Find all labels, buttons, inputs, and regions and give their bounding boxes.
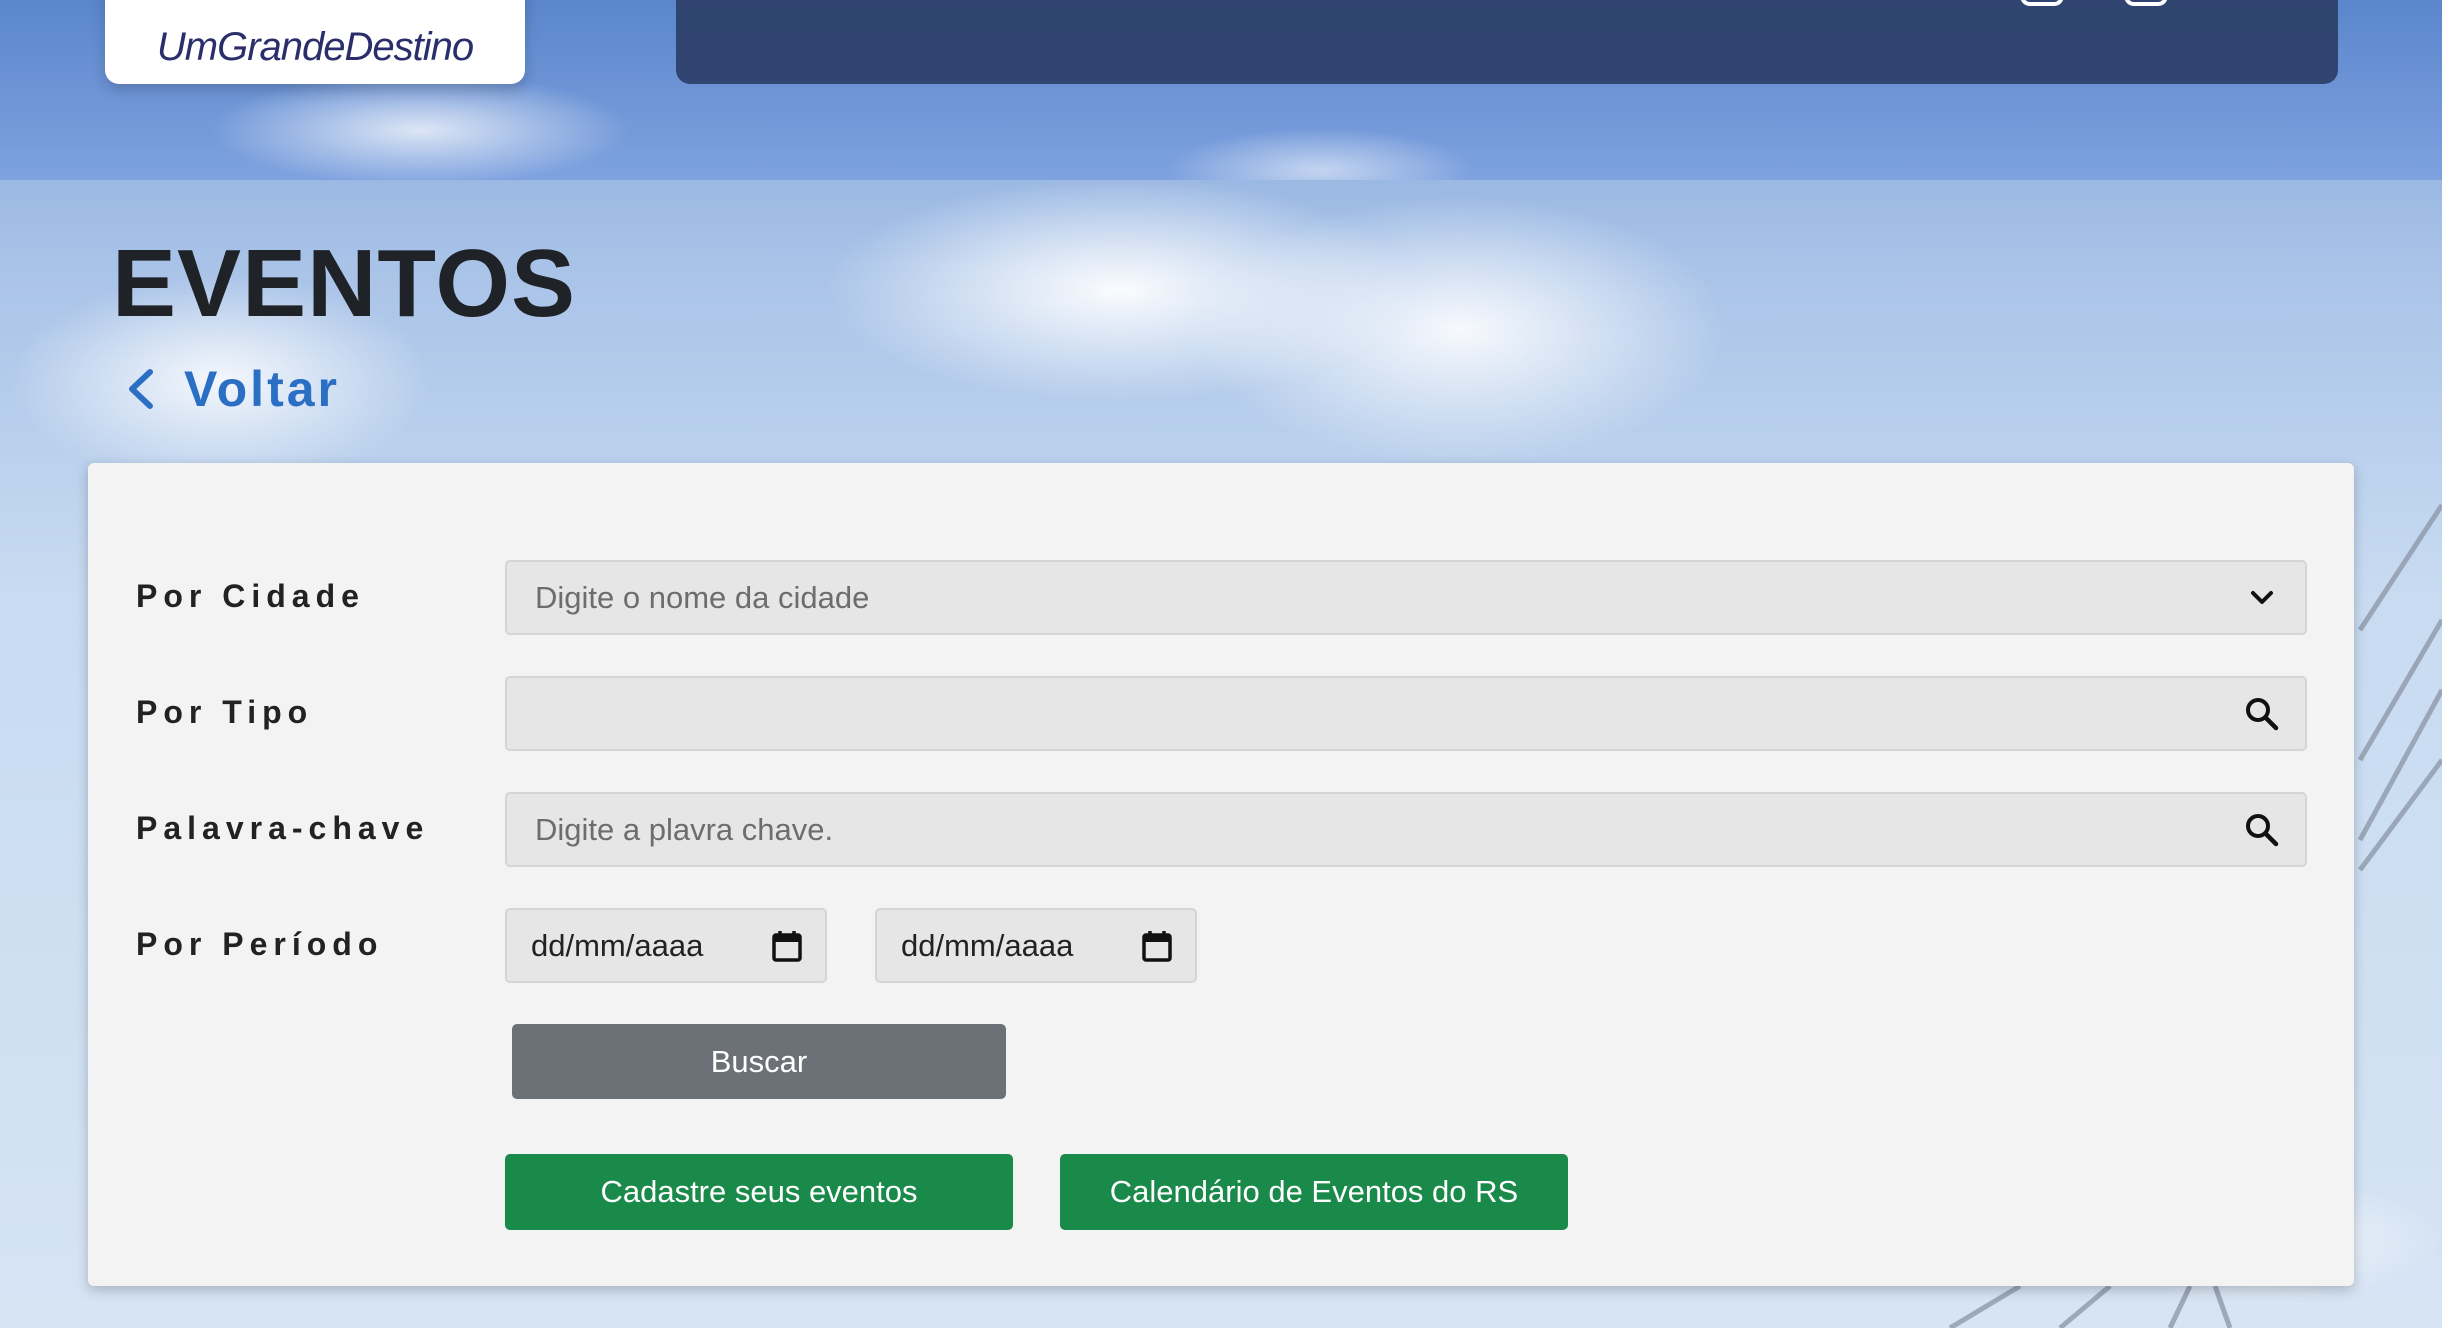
type-input[interactable] xyxy=(533,677,2243,750)
search-button[interactable]: Buscar xyxy=(512,1024,1006,1099)
search-icon[interactable] xyxy=(2243,811,2281,849)
keyword-field[interactable] xyxy=(505,792,2307,867)
keyword-input[interactable] xyxy=(533,793,2243,866)
city-input[interactable] xyxy=(533,561,2243,634)
calendar-icon[interactable] xyxy=(771,929,803,963)
logo-text: UmGrandeDestino xyxy=(156,25,474,69)
register-events-button[interactable]: Cadastre seus eventos xyxy=(505,1154,1013,1230)
social-icons xyxy=(2020,0,2168,6)
city-select[interactable] xyxy=(505,560,2307,635)
chevron-left-icon xyxy=(129,369,153,409)
end-date-field[interactable]: dd/mm/aaaa xyxy=(875,908,1197,983)
chevron-down-icon[interactable] xyxy=(2243,579,2281,617)
type-filter-label: Por Tipo xyxy=(136,694,314,730)
start-date-field[interactable]: dd/mm/aaaa xyxy=(505,908,827,983)
start-date-value: dd/mm/aaaa xyxy=(531,927,704,963)
keyword-filter-label: Palavra-chave xyxy=(136,810,430,846)
site-logo[interactable]: UmGrandeDestino xyxy=(105,0,525,84)
back-label: Voltar xyxy=(184,361,340,417)
search-icon[interactable] xyxy=(2243,695,2281,733)
end-date-value: dd/mm/aaaa xyxy=(901,927,1074,963)
city-filter-label: Por Cidade xyxy=(136,578,365,614)
back-link[interactable]: Voltar xyxy=(124,360,340,418)
calendar-icon[interactable] xyxy=(1141,929,1173,963)
period-filter-label: Por Período xyxy=(136,926,384,962)
events-calendar-button[interactable]: Calendário de Eventos do RS xyxy=(1060,1154,1568,1230)
instagram-icon[interactable] xyxy=(2020,0,2064,6)
top-navigation-bar xyxy=(676,0,2338,84)
type-field[interactable] xyxy=(505,676,2307,751)
page-title: EVENTOS xyxy=(112,230,577,337)
event-filter-panel: Por Cidade Por Tipo Palavra-chave Por Pe… xyxy=(88,463,2354,1286)
facebook-icon[interactable] xyxy=(2124,0,2168,6)
